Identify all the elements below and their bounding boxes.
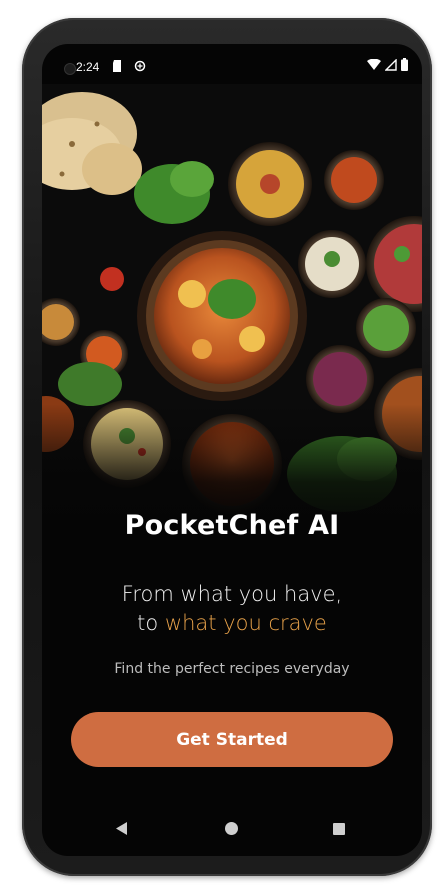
tagline: From what you have, to what you crave	[42, 580, 422, 638]
navigation-bar	[42, 796, 422, 856]
back-icon[interactable]	[116, 820, 128, 839]
signal-icon	[384, 57, 397, 74]
data-saver-icon	[134, 60, 146, 75]
app-screen: 2:24 PocketChef AI From what you have, t…	[42, 44, 422, 856]
status-time: 2:24	[76, 60, 100, 74]
tagline-line-2: to what you crave	[42, 609, 422, 638]
sd-card-icon	[112, 60, 122, 75]
subtitle: Find the perfect recipes everyday	[114, 661, 350, 677]
battery-icon	[401, 58, 408, 74]
status-right-icons	[367, 57, 408, 74]
home-icon[interactable]	[225, 820, 238, 839]
status-bar: 2:24	[42, 44, 422, 84]
wifi-icon	[367, 58, 381, 74]
tagline-accent: what you crave	[164, 611, 327, 635]
tagline-line-1: From what you have,	[121, 582, 343, 606]
front-camera	[64, 63, 76, 75]
app-title: PocketChef AI	[124, 510, 340, 541]
tagline-prefix: to	[137, 611, 165, 635]
recents-icon[interactable]	[333, 820, 345, 839]
get-started-button[interactable]: Get Started	[71, 712, 393, 767]
